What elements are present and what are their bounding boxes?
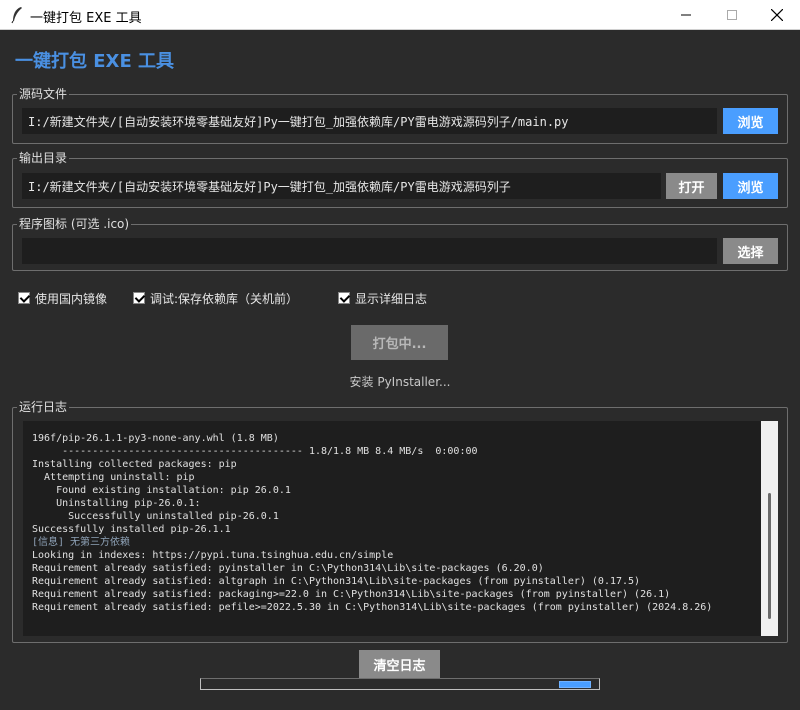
feather-icon xyxy=(11,7,22,24)
maximize-icon xyxy=(727,10,737,20)
program-icon-input[interactable] xyxy=(22,238,717,264)
log-output[interactable]: 196f/pip-26.1.1-py3-none-any.whl (1.8 MB… xyxy=(23,421,761,636)
output-dir-input[interactable]: I:/新建文件夹/[自动安装环境零基础友好]Py一键打包_加强依赖库/PY雷电游… xyxy=(22,173,661,199)
log-line: Requirement already satisfied: pyinstall… xyxy=(32,563,544,574)
log-line: Successfully installed pip-26.1.1 xyxy=(32,524,231,535)
log-line: Attempting uninstall: pip xyxy=(32,472,195,483)
log-line: Successfully uninstalled pip-26.0.1 xyxy=(32,511,279,522)
output-browse-button[interactable]: 浏览 xyxy=(723,173,778,199)
log-line: Requirement already satisfied: pefile>=2… xyxy=(32,602,713,613)
checkbox-label: 显示详细日志 xyxy=(355,291,428,306)
program-icon-legend: 程序图标 (可选 .ico) xyxy=(17,216,132,232)
checkbox-verbose-log[interactable]: 显示详细日志 xyxy=(338,290,427,306)
progress-bar xyxy=(200,678,600,690)
log-line: 196f/pip-26.1.1-py3-none-any.whl (1.8 MB… xyxy=(32,433,279,444)
log-line: ----------------------------------------… xyxy=(32,446,478,457)
program-icon-select-button[interactable]: 选择 xyxy=(723,238,778,264)
source-file-input[interactable]: I:/新建文件夹/[自动安装环境零基础友好]Py一键打包_加强依赖库/PY雷电游… xyxy=(22,108,717,134)
app-title: 一键打包 EXE 工具 xyxy=(15,51,175,72)
log-line: Requirement already satisfied: altgraph … xyxy=(32,576,641,587)
log-lines: 196f/pip-26.1.1-py3-none-any.whl (1.8 MB… xyxy=(23,423,761,614)
close-icon xyxy=(771,9,783,21)
checkbox-checked-icon[interactable] xyxy=(18,292,30,304)
log-line: Requirement already satisfied: packaging… xyxy=(32,589,671,600)
log-line: Installing collected packages: pip xyxy=(32,459,237,470)
minimize-button[interactable] xyxy=(663,0,709,30)
output-open-button[interactable]: 打开 xyxy=(666,173,717,199)
checkbox-debug-save-deps[interactable]: 调试:保存依赖库（关机前） xyxy=(133,290,298,306)
log-scrollbar[interactable] xyxy=(761,421,778,636)
window-titlebar: 一键打包 EXE 工具 xyxy=(0,0,800,30)
log-scrollbar-thumb[interactable] xyxy=(768,493,771,619)
checkbox-checked-icon[interactable] xyxy=(338,292,350,304)
log-line: Found existing installation: pip 26.0.1 xyxy=(32,485,291,496)
checkbox-label: 调试:保存依赖库（关机前） xyxy=(150,291,299,306)
log-line: Looking in indexes: https://pypi.tuna.ts… xyxy=(32,550,394,561)
minimize-icon xyxy=(681,14,691,16)
log-line: [信息] 无第三方依赖 xyxy=(32,537,131,548)
checkbox-domestic-mirror[interactable]: 使用国内镜像 xyxy=(18,290,107,306)
close-button[interactable] xyxy=(754,0,800,30)
status-text: 安装 PyInstaller... xyxy=(349,375,451,389)
progress-indicator xyxy=(559,681,591,688)
checkbox-label: 使用国内镜像 xyxy=(35,291,108,306)
window-title: 一键打包 EXE 工具 xyxy=(30,11,142,26)
maximize-button[interactable] xyxy=(709,0,755,30)
log-legend: 运行日志 xyxy=(17,399,70,415)
output-dir-legend: 输出目录 xyxy=(17,150,70,166)
log-line: Uninstalling pip-26.0.1: xyxy=(32,498,201,509)
clear-log-button[interactable]: 清空日志 xyxy=(359,650,440,678)
checkbox-checked-icon[interactable] xyxy=(133,292,145,304)
pack-button[interactable]: 打包中... xyxy=(351,325,448,360)
source-browse-button[interactable]: 浏览 xyxy=(723,108,778,134)
source-file-legend: 源码文件 xyxy=(17,86,70,102)
